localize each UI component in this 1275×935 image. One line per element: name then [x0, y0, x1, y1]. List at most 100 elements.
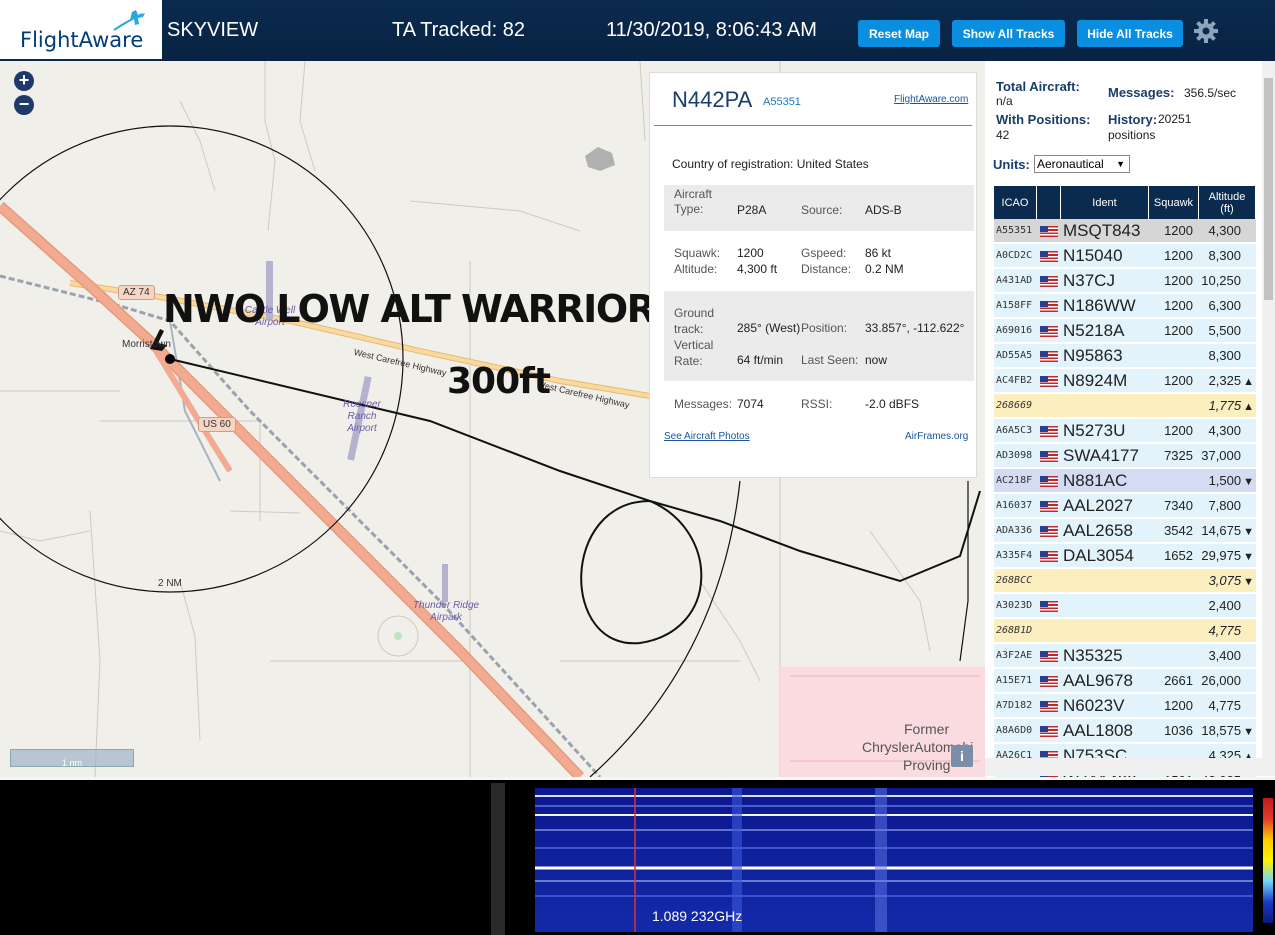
road-label-us60: US 60 — [198, 417, 236, 432]
units-select[interactable]: Aeronautical ▼ — [1034, 155, 1130, 173]
altitude-value: 8,300 — [1208, 348, 1241, 363]
altitude-cell: 4,775 — [1196, 619, 1254, 643]
panel-divider[interactable] — [491, 783, 505, 935]
vertical-rate-label: Vertical Rate: — [674, 338, 714, 368]
intensity-colorbar — [1263, 798, 1273, 923]
us-flag-icon — [1040, 226, 1058, 237]
altitude-cell: 7,800 — [1196, 494, 1254, 518]
altitude-cell: 14,675 ▼ — [1196, 519, 1254, 543]
reset-map-button[interactable]: Reset Map — [858, 20, 940, 47]
table-row[interactable]: A8A6D0 AAL1808 1036 18,575 ▼ — [994, 719, 1256, 743]
altitude-value: 4,775 — [1208, 698, 1241, 713]
altitude-cell: 8,300 — [1196, 344, 1254, 368]
spectrum-panel: 1.089 232GHz — [0, 777, 1275, 935]
altitude-value: 3,075 — [1208, 573, 1242, 588]
zoom-in-button[interactable]: + — [14, 71, 34, 91]
flag-cell — [1038, 394, 1060, 418]
flag-cell — [1038, 444, 1060, 468]
table-row[interactable]: 268BCC 3,075 ▼ — [994, 569, 1256, 593]
aircraft-type-label: Aircraft Type: — [674, 187, 713, 216]
hide-all-tracks-button[interactable]: Hide All Tracks — [1077, 20, 1183, 47]
altitude-value: 3,400 — [1208, 648, 1241, 663]
icao-cell: A158FF — [996, 300, 1033, 311]
spectrum-waterfall[interactable] — [535, 788, 1253, 932]
altitude-value: 5,500 — [1208, 323, 1241, 338]
altitude-cell: 1,775 ▲ — [1196, 394, 1254, 418]
table-row[interactable]: A55351 MSQT843 1200 4,300 — [994, 219, 1256, 243]
table-row[interactable]: 268669 1,775 ▲ — [994, 394, 1256, 418]
col-altitude[interactable]: Altitude (ft) — [1199, 186, 1256, 219]
table-row[interactable]: A3F2AE N35325 3,400 — [994, 644, 1256, 668]
table-row[interactable]: 268B1D 4,775 — [994, 619, 1256, 643]
squawk-cell: 1200 — [1164, 223, 1193, 238]
table-row[interactable]: A431AD N37CJ 1200 10,250 — [994, 269, 1256, 293]
altitude-cell: 6,300 — [1196, 294, 1254, 318]
flag-cell — [1038, 519, 1060, 543]
popup-registration: N442PA — [672, 87, 753, 112]
table-row[interactable]: A158FF N186WW 1200 6,300 — [994, 294, 1256, 318]
squawk-cell — [1149, 619, 1193, 643]
table-row[interactable]: AD3098 SWA4177 7325 37,000 — [994, 444, 1256, 468]
aircraft-type-value: P28A — [737, 203, 767, 217]
table-row[interactable]: AD55A5 N95863 8,300 — [994, 344, 1256, 368]
altitude-value: 26,000 — [1201, 673, 1241, 688]
col-flag[interactable] — [1037, 186, 1061, 219]
col-altitude-unit: (ft) — [1220, 202, 1234, 215]
airframes-link[interactable]: AirFrames.org — [905, 431, 968, 442]
flightaware-link[interactable]: FlightAware.com — [894, 94, 968, 105]
ident-cell: N186WW — [1063, 296, 1136, 315]
table-row[interactable]: A0CD2C N15040 1200 8,300 — [994, 244, 1256, 268]
messages-rate-label: Messages: — [1108, 85, 1175, 100]
table-row[interactable]: A15E71 AAL9678 2661 26,000 — [994, 669, 1256, 693]
table-row[interactable]: A335F4 DAL3054 1652 29,975 ▼ — [994, 544, 1256, 568]
waterfall-canvas — [535, 788, 1253, 932]
table-row[interactable]: A16037 AAL2027 7340 7,800 — [994, 494, 1256, 518]
ident-cell: AAL1808 — [1063, 721, 1133, 740]
zoom-out-button[interactable]: − — [14, 95, 34, 115]
table-row[interactable]: A6A5C3 N5273U 1200 4,300 — [994, 419, 1256, 443]
ident-cell: N8924M — [1063, 371, 1128, 390]
popup-country: Country of registration: United States — [672, 157, 869, 171]
ground-track-value: 285° (West) — [737, 321, 801, 335]
ident-cell — [1063, 594, 1149, 618]
show-all-tracks-button[interactable]: Show All Tracks — [952, 20, 1065, 47]
col-ident[interactable]: Ident — [1061, 186, 1149, 219]
icao-cell: AD55A5 — [996, 350, 1033, 361]
altitude-cell: 8,300 — [1196, 244, 1254, 268]
airport-label-thunder-ridge: Thunder Ridge Airpark — [412, 600, 480, 623]
squawk-cell — [1149, 569, 1193, 593]
icao-cell: A55351 — [996, 225, 1033, 236]
flag-cell — [1038, 469, 1060, 493]
plane-logo-icon — [113, 10, 145, 31]
map-scale-bar: 1 nm — [10, 749, 134, 768]
gear-icon[interactable] — [1193, 18, 1219, 44]
descending-arrow-icon: ▼ — [1243, 476, 1254, 488]
table-row[interactable]: ADA336 AAL2658 3542 14,675 ▼ — [994, 519, 1256, 543]
altitude-value: 7,800 — [1208, 498, 1241, 513]
col-icao[interactable]: ICAO — [994, 186, 1037, 219]
ident-cell: AAL2658 — [1063, 521, 1133, 540]
table-row[interactable]: A7D182 N6023V 1200 4,775 — [994, 694, 1256, 718]
altitude-label: Altitude: — [674, 262, 718, 276]
flightaware-logo[interactable]: FlightAware — [0, 0, 162, 61]
tracked-count: TA Tracked: 82 — [392, 19, 526, 41]
panel-horizontal-scrollbar[interactable] — [985, 758, 1275, 776]
aircraft-table-panel: Total Aircraft: n/a Messages: 356.5/sec … — [985, 61, 1275, 777]
descending-arrow-icon: ▼ — [1243, 576, 1254, 588]
aircraft-photos-link[interactable]: See Aircraft Photos — [664, 431, 750, 442]
squawk-cell: 1036 — [1164, 723, 1193, 738]
us-flag-icon — [1040, 351, 1058, 362]
panel-scrollbar-thumb[interactable] — [1264, 78, 1273, 300]
flag-cell — [1038, 544, 1060, 568]
table-row[interactable]: AC218F N881AC 1,500 ▼ — [994, 469, 1256, 493]
gspeed-value: 86 kt — [865, 246, 892, 260]
icao-cell: A69016 — [996, 325, 1033, 336]
table-header: ICAO Ident Squawk Altitude (ft) — [994, 186, 1256, 219]
col-squawk[interactable]: Squawk — [1149, 186, 1199, 219]
icao-cell: ADA336 — [996, 525, 1033, 536]
table-row[interactable]: AC4FB2 N8924M 1200 2,325 ▲ — [994, 369, 1256, 393]
table-row[interactable]: A3023D 2,400 — [994, 594, 1256, 618]
table-row[interactable]: A69016 N5218A 1200 5,500 — [994, 319, 1256, 343]
map-info-button[interactable]: i — [951, 745, 973, 767]
flag-cell — [1038, 219, 1060, 243]
